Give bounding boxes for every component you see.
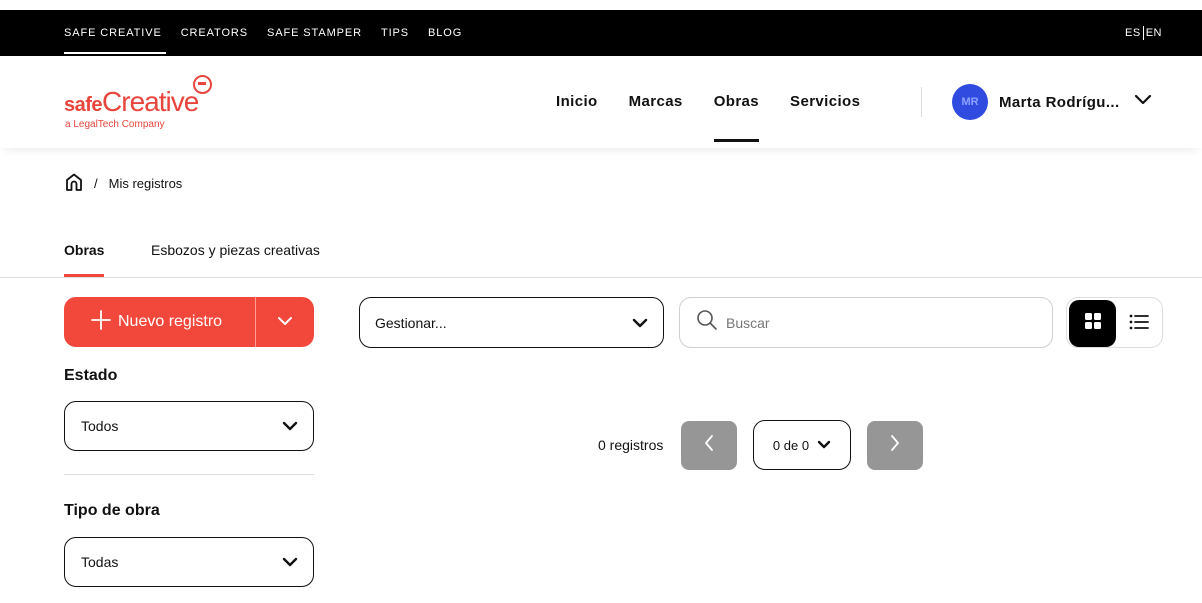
grid-icon	[1084, 312, 1102, 335]
site-header: safeCreative a LegalTech Company Inicio …	[0, 56, 1202, 148]
tab-obras[interactable]: Obras	[64, 242, 105, 277]
chevron-left-icon	[704, 434, 714, 457]
tipo-obra-select[interactable]: Todas	[64, 537, 314, 587]
safe-creative-logo[interactable]: safeCreative a LegalTech Company	[64, 72, 224, 132]
chevron-down-icon	[282, 418, 298, 434]
chevron-right-icon	[890, 434, 900, 457]
user-menu[interactable]: MR Marta Rodrígu...	[952, 84, 1152, 120]
logo-mark-icon	[193, 75, 212, 94]
previous-page-button[interactable]	[681, 421, 737, 470]
page-select[interactable]: 0 de 0	[753, 420, 851, 470]
avatar: MR	[952, 84, 988, 120]
top-links: SAFE CREATIVE CREATORS SAFE STAMPER TIPS…	[64, 10, 481, 56]
list-view-button[interactable]	[1125, 310, 1153, 338]
results-count: 0 registros	[598, 437, 664, 453]
tipo-obra-value: Todas	[81, 554, 119, 570]
top-link-safe-stamper[interactable]: SAFE STAMPER	[267, 10, 362, 56]
home-icon[interactable]	[64, 172, 84, 195]
filter-divider	[64, 474, 314, 475]
new-registration-dropdown-button[interactable]	[256, 297, 314, 347]
logo-wordmark: safeCreative	[64, 86, 199, 118]
breadcrumb: / Mis registros	[64, 172, 182, 195]
chevron-down-icon	[632, 315, 648, 331]
main-nav: Inicio Marcas Obras Servicios	[556, 56, 891, 148]
search-box	[679, 297, 1053, 348]
user-name: Marta Rodrígu...	[999, 93, 1120, 111]
header-divider	[921, 87, 922, 117]
estado-select[interactable]: Todos	[64, 401, 314, 451]
lang-es[interactable]: ES	[1125, 27, 1141, 39]
search-input[interactable]	[726, 314, 1026, 331]
chevron-down-icon	[282, 554, 298, 570]
logo-light: Creative	[102, 86, 199, 117]
nav-obras[interactable]: Obras	[713, 56, 760, 148]
nav-inicio[interactable]: Inicio	[556, 56, 598, 148]
top-link-blog[interactable]: BLOG	[428, 10, 462, 56]
lang-divider	[1142, 26, 1144, 41]
breadcrumb-separator: /	[94, 176, 98, 191]
chevron-down-icon	[277, 313, 293, 331]
logo-bold: safe	[64, 94, 103, 116]
chevron-down-icon	[817, 438, 831, 453]
top-link-safe-creative[interactable]: SAFE CREATIVE	[64, 10, 166, 56]
tipo-obra-label: Tipo de obra	[64, 502, 160, 519]
top-link-creators[interactable]: CREATORS	[181, 10, 248, 56]
estado-value: Todos	[81, 418, 119, 434]
breadcrumb-current: Mis registros	[108, 176, 183, 191]
lang-en[interactable]: EN	[1146, 27, 1162, 39]
new-registration-split-button: Nuevo registro	[64, 297, 314, 347]
view-toggle	[1066, 297, 1163, 348]
logo-tagline: a LegalTech Company	[65, 119, 165, 130]
search-icon	[696, 309, 718, 336]
grid-view-button[interactable]	[1069, 300, 1116, 347]
new-registration-label: Nuevo registro	[118, 313, 223, 330]
top-bar: SAFE CREATIVE CREATORS SAFE STAMPER TIPS…	[0, 10, 1202, 56]
top-link-tips[interactable]: TIPS	[381, 10, 409, 56]
next-page-button[interactable]	[867, 421, 923, 470]
nav-servicios[interactable]: Servicios	[790, 56, 860, 148]
tab-esbozos[interactable]: Esbozos y piezas creativas	[151, 242, 320, 277]
chevron-down-icon	[1134, 93, 1152, 111]
page-value: 0 de 0	[772, 437, 810, 453]
manage-value: Gestionar...	[375, 314, 447, 331]
new-registration-button[interactable]: Nuevo registro	[64, 297, 255, 347]
nav-marcas[interactable]: Marcas	[629, 56, 683, 148]
plus-icon	[90, 309, 112, 335]
list-icon	[1129, 314, 1149, 335]
language-switcher: ES EN	[1125, 10, 1162, 56]
manage-select[interactable]: Gestionar...	[359, 297, 664, 348]
tabs: Obras Esbozos y piezas creativas	[0, 238, 1202, 278]
estado-label: Estado	[64, 367, 118, 384]
